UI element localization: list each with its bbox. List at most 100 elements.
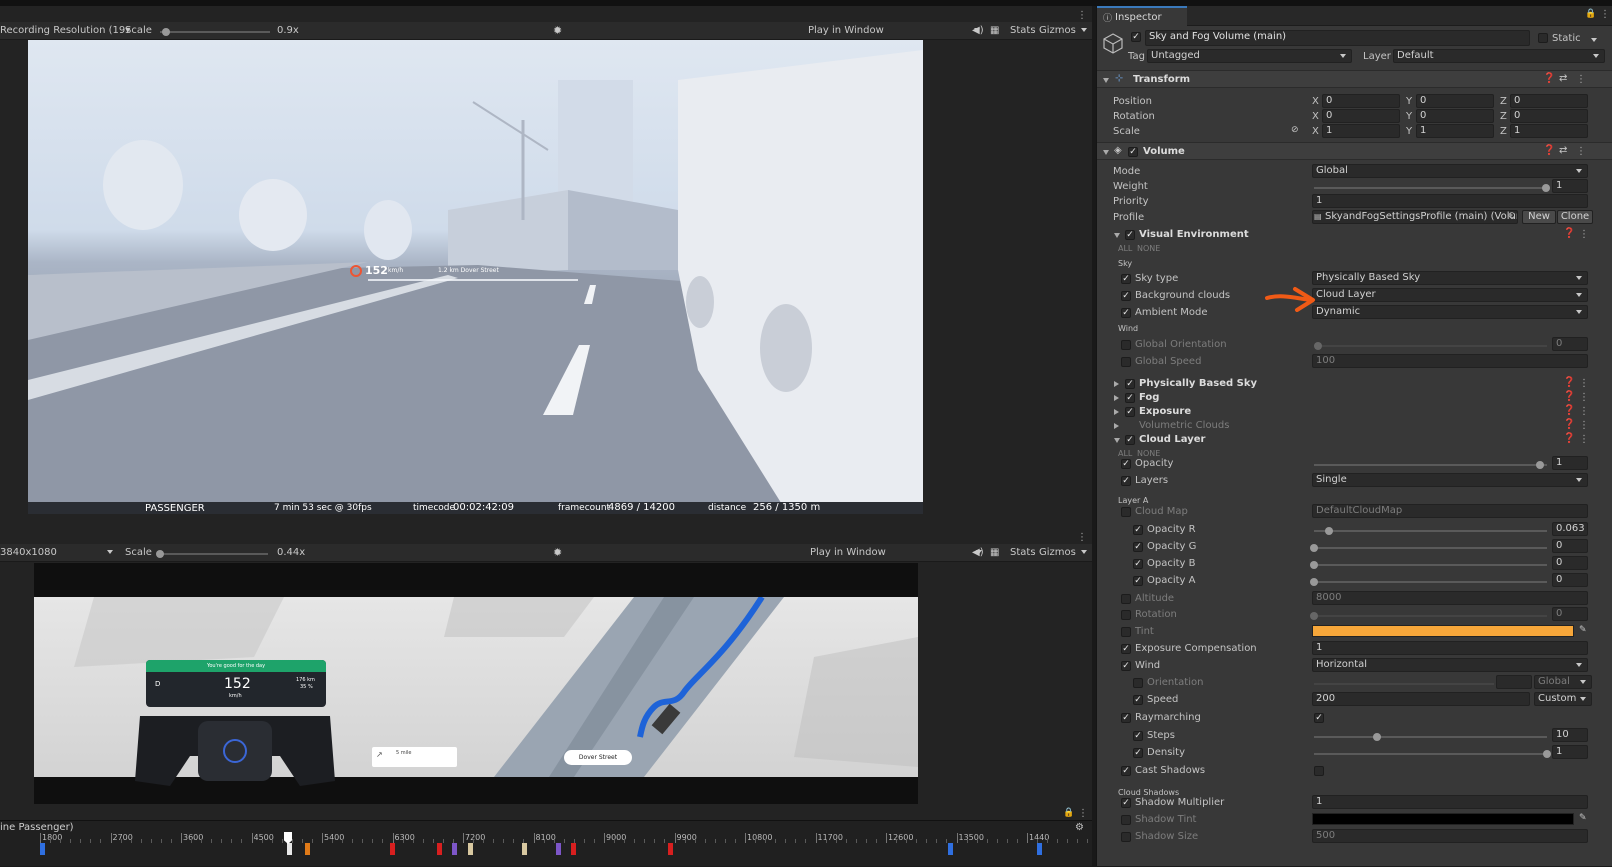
speed-field[interactable]: 200 [1312, 692, 1530, 706]
opacity-override[interactable] [1121, 459, 1131, 469]
visual-environment-toggle[interactable] [1125, 230, 1135, 240]
global-speed-field[interactable]: 100 [1312, 354, 1588, 368]
fog-toggle[interactable] [1125, 393, 1135, 403]
shadow-tint-swatch[interactable] [1312, 813, 1574, 825]
volume-enabled-toggle[interactable] [1128, 147, 1138, 157]
menu-kebab-icon[interactable]: ⋮ [1579, 229, 1589, 240]
timeline-clip-marker[interactable] [452, 843, 457, 855]
timeline-ruler[interactable]: 1800 2700 3600 4500 5400 6300 7200 8100 9000 9900… [0, 832, 1092, 867]
layers-override[interactable] [1121, 476, 1131, 486]
shadow-multiplier-override[interactable] [1121, 798, 1131, 808]
layers-dropdown[interactable]: Single [1312, 473, 1588, 487]
stats-button[interactable]: Stats [1010, 25, 1036, 36]
exposure-toggle[interactable] [1125, 407, 1135, 417]
density-override[interactable] [1133, 748, 1143, 758]
speed-override[interactable] [1133, 695, 1143, 705]
resolution-dropdown[interactable]: Recording Resolution (19▾ [0, 25, 130, 36]
global-speed-override[interactable] [1121, 357, 1131, 367]
cloud-layer-header[interactable]: Cloud Layer ❓ ⋮ [1097, 433, 1612, 447]
menu-kebab-icon[interactable]: ⋮ [1579, 378, 1589, 389]
menu-kebab-icon[interactable]: ⋮ [1600, 9, 1610, 20]
speed-mode-dropdown[interactable]: Custom [1534, 692, 1592, 706]
new-button[interactable]: New [1522, 210, 1556, 224]
stats-button[interactable]: Stats [1010, 547, 1036, 558]
opacity-b-slider[interactable] [1310, 561, 1547, 569]
preset-icon[interactable]: ⇄ [1559, 73, 1567, 84]
unlink-icon[interactable]: ⊘ [1291, 125, 1299, 135]
timeline-clip-marker[interactable] [556, 843, 561, 855]
tab-inspector[interactable]: ⓘ Inspector [1097, 6, 1187, 26]
scale-z-field[interactable]: 1 [1510, 124, 1588, 138]
timeline-clip-marker[interactable] [287, 843, 292, 855]
lock-icon[interactable]: 🔒 [1063, 808, 1074, 818]
tint-swatch[interactable] [1312, 625, 1574, 637]
opacity-g-slider-thumb[interactable] [1310, 544, 1318, 552]
steps-slider-thumb[interactable] [1372, 733, 1381, 741]
mode-dropdown[interactable]: Global [1312, 164, 1588, 178]
menu-kebab-icon[interactable]: ⋮ [1579, 434, 1589, 445]
menu-kebab-icon[interactable]: ⋮ [1579, 392, 1589, 403]
weight-slider[interactable] [1314, 184, 1550, 192]
help-icon[interactable]: ❓ [1543, 145, 1555, 156]
cloud-rotation-slider[interactable] [1310, 612, 1547, 620]
none-button[interactable]: NONE [1137, 449, 1160, 458]
opacity-r-slider-thumb[interactable] [1324, 527, 1333, 535]
menu-kebab-icon[interactable]: ⋮ [1077, 10, 1087, 21]
density-field[interactable]: 1 [1552, 745, 1588, 759]
exposure-compensation-field[interactable]: 1 [1312, 641, 1588, 655]
ambient-mode-override[interactable] [1121, 308, 1131, 318]
raymarching-override[interactable] [1121, 713, 1131, 723]
shadow-size-field[interactable]: 500 [1312, 829, 1588, 843]
opacity-g-override[interactable] [1133, 542, 1143, 552]
exposure-compensation-override[interactable] [1121, 644, 1131, 654]
altitude-override[interactable] [1121, 594, 1131, 604]
mute-icon[interactable]: ◀) [972, 25, 984, 36]
play-mode-dropdown[interactable]: Play in Window [810, 547, 982, 558]
opacity-b-field[interactable]: 0 [1552, 556, 1588, 570]
rotation-z-field[interactable]: 0 [1510, 109, 1588, 123]
opacity-a-slider[interactable] [1310, 578, 1547, 586]
game-viewport-passenger[interactable]: 152 km/h 1.2 km Dover Street PASSENGER 7… [28, 40, 923, 514]
timeline-clip-marker[interactable] [40, 843, 45, 855]
pbs-toggle[interactable] [1125, 379, 1135, 389]
opacity-r-field[interactable]: 0.063 [1552, 522, 1588, 536]
opacity-g-field[interactable]: 0 [1552, 539, 1588, 553]
rotation-x-field[interactable]: 0 [1322, 109, 1400, 123]
all-button[interactable]: ALL [1118, 449, 1132, 458]
rotation-y-field[interactable]: 0 [1416, 109, 1494, 123]
scale-y-field[interactable]: 1 [1416, 124, 1494, 138]
opacity-a-slider-thumb[interactable] [1310, 578, 1318, 586]
fog-header[interactable]: Fog ❓ ⋮ [1097, 391, 1612, 405]
scale-slider[interactable] [156, 550, 268, 558]
slider-thumb[interactable] [1314, 342, 1322, 350]
opacity-b-slider-thumb[interactable] [1310, 561, 1318, 569]
timeline-clip-marker[interactable] [468, 843, 473, 855]
menu-kebab-icon[interactable]: ⋮ [1579, 406, 1589, 417]
orientation-slider[interactable] [1314, 683, 1494, 685]
eyedropper-icon[interactable]: ✎ [1579, 625, 1587, 635]
opacity-b-override[interactable] [1133, 559, 1143, 569]
background-clouds-override[interactable] [1121, 291, 1131, 301]
bug-icon[interactable]: ✹ [553, 24, 562, 37]
help-icon[interactable]: ❓ [1543, 73, 1555, 84]
orientation-override[interactable] [1133, 678, 1143, 688]
resolution-dropdown[interactable]: 3840x1080 [0, 547, 113, 558]
opacity-g-slider[interactable] [1310, 544, 1547, 552]
wind-dropdown[interactable]: Horizontal [1312, 658, 1588, 672]
sky-type-dropdown[interactable]: Physically Based Sky [1312, 271, 1588, 285]
opacity-a-field[interactable]: 0 [1552, 573, 1588, 587]
position-z-field[interactable]: 0 [1510, 94, 1588, 108]
altitude-field[interactable]: 8000 [1312, 591, 1588, 605]
sky-type-override[interactable] [1121, 274, 1131, 284]
density-slider-thumb[interactable] [1543, 750, 1551, 758]
menu-kebab-icon[interactable]: ⋮ [1078, 808, 1088, 819]
opacity-slider[interactable] [1314, 461, 1547, 469]
menu-kebab-icon[interactable]: ⋮ [1576, 74, 1586, 85]
preset-icon[interactable]: ⇄ [1559, 145, 1567, 156]
volumetric-clouds-header[interactable]: Volumetric Clouds ❓ ⋮ [1097, 419, 1612, 433]
cloud-map-override[interactable] [1121, 507, 1131, 517]
timeline-clip-marker[interactable] [522, 843, 527, 855]
exposure-header[interactable]: Exposure ❓ ⋮ [1097, 405, 1612, 419]
help-icon[interactable]: ❓ [1563, 377, 1575, 388]
menu-kebab-icon[interactable]: ⋮ [1576, 146, 1586, 157]
